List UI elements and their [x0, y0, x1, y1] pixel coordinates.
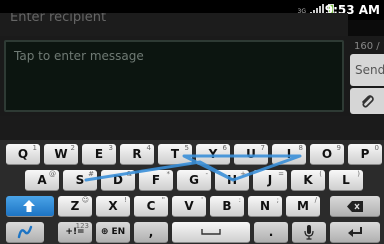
- key-b[interactable]: B:: [210, 196, 244, 217]
- space-key[interactable]: [172, 222, 250, 243]
- language-label: EN: [111, 227, 126, 237]
- key-l[interactable]: L): [329, 170, 363, 191]
- compose-area: Tap to enter message 160 / 1 Send: [0, 36, 384, 116]
- key-a[interactable]: A @: [25, 170, 59, 191]
- recipient-placeholder: Enter recipient: [10, 13, 107, 25]
- recipient-field[interactable]: Enter recipient: [0, 13, 348, 37]
- key-x[interactable]: X!: [96, 196, 130, 217]
- key-n[interactable]: N;: [248, 196, 282, 217]
- message-placeholder: Tap to enter message: [14, 49, 144, 63]
- symbols-key[interactable]: +!= 123: [58, 222, 92, 243]
- key-j[interactable]: J =: [253, 170, 287, 191]
- shift-arrow-icon: [23, 200, 35, 212]
- send-button[interactable]: Send: [350, 54, 384, 86]
- shift-key[interactable]: [6, 196, 54, 217]
- key-o[interactable]: O9: [310, 144, 344, 165]
- voice-key[interactable]: [292, 222, 326, 243]
- key-w[interactable]: W2: [44, 144, 78, 165]
- microphone-icon: [304, 225, 314, 240]
- swype-key[interactable]: [6, 222, 44, 243]
- space-bar-icon: [201, 229, 221, 235]
- key-r[interactable]: R4: [120, 144, 154, 165]
- backspace-icon: [347, 201, 363, 212]
- enter-key[interactable]: [330, 222, 380, 243]
- key-c[interactable]: C ": [134, 196, 168, 217]
- key-y[interactable]: Y6: [196, 144, 230, 165]
- key-v[interactable]: V ': [172, 196, 206, 217]
- backspace-key[interactable]: [330, 196, 380, 217]
- key-q[interactable]: Q1: [6, 144, 40, 165]
- key-g[interactable]: G-: [177, 170, 211, 191]
- key-k[interactable]: K(: [291, 170, 325, 191]
- enter-arrow-icon: [348, 227, 362, 237]
- key-e[interactable]: E3: [82, 144, 116, 165]
- period-key[interactable]: .: [254, 222, 288, 243]
- message-input[interactable]: Tap to enter message: [4, 40, 344, 112]
- keyboard: Q1 W2 E3 R4 T5 Y6 U7 I8 O9 P0 A @ S # D & F…: [0, 140, 384, 244]
- globe-icon: ⊕: [100, 227, 109, 237]
- swype-logo-icon: [17, 225, 33, 239]
- key-f[interactable]: F *: [139, 170, 173, 191]
- paperclip-icon: [362, 95, 374, 108]
- send-label: Send: [355, 63, 384, 77]
- key-p[interactable]: P0: [348, 144, 382, 165]
- key-i[interactable]: I8: [272, 144, 306, 165]
- keyboard-top-bar: [0, 116, 384, 142]
- key-h[interactable]: H +: [215, 170, 249, 191]
- comma-key[interactable]: ,: [134, 222, 168, 243]
- key-d[interactable]: D &: [101, 170, 135, 191]
- language-key[interactable]: ⊕ EN: [96, 222, 130, 243]
- key-t[interactable]: T5: [158, 144, 192, 165]
- key-s[interactable]: S #: [63, 170, 97, 191]
- key-z[interactable]: Z ☺: [58, 196, 92, 217]
- key-m[interactable]: M /: [286, 196, 320, 217]
- character-counter: 160 / 1: [354, 41, 384, 52]
- key-u[interactable]: U7: [234, 144, 268, 165]
- attach-button[interactable]: [350, 88, 384, 114]
